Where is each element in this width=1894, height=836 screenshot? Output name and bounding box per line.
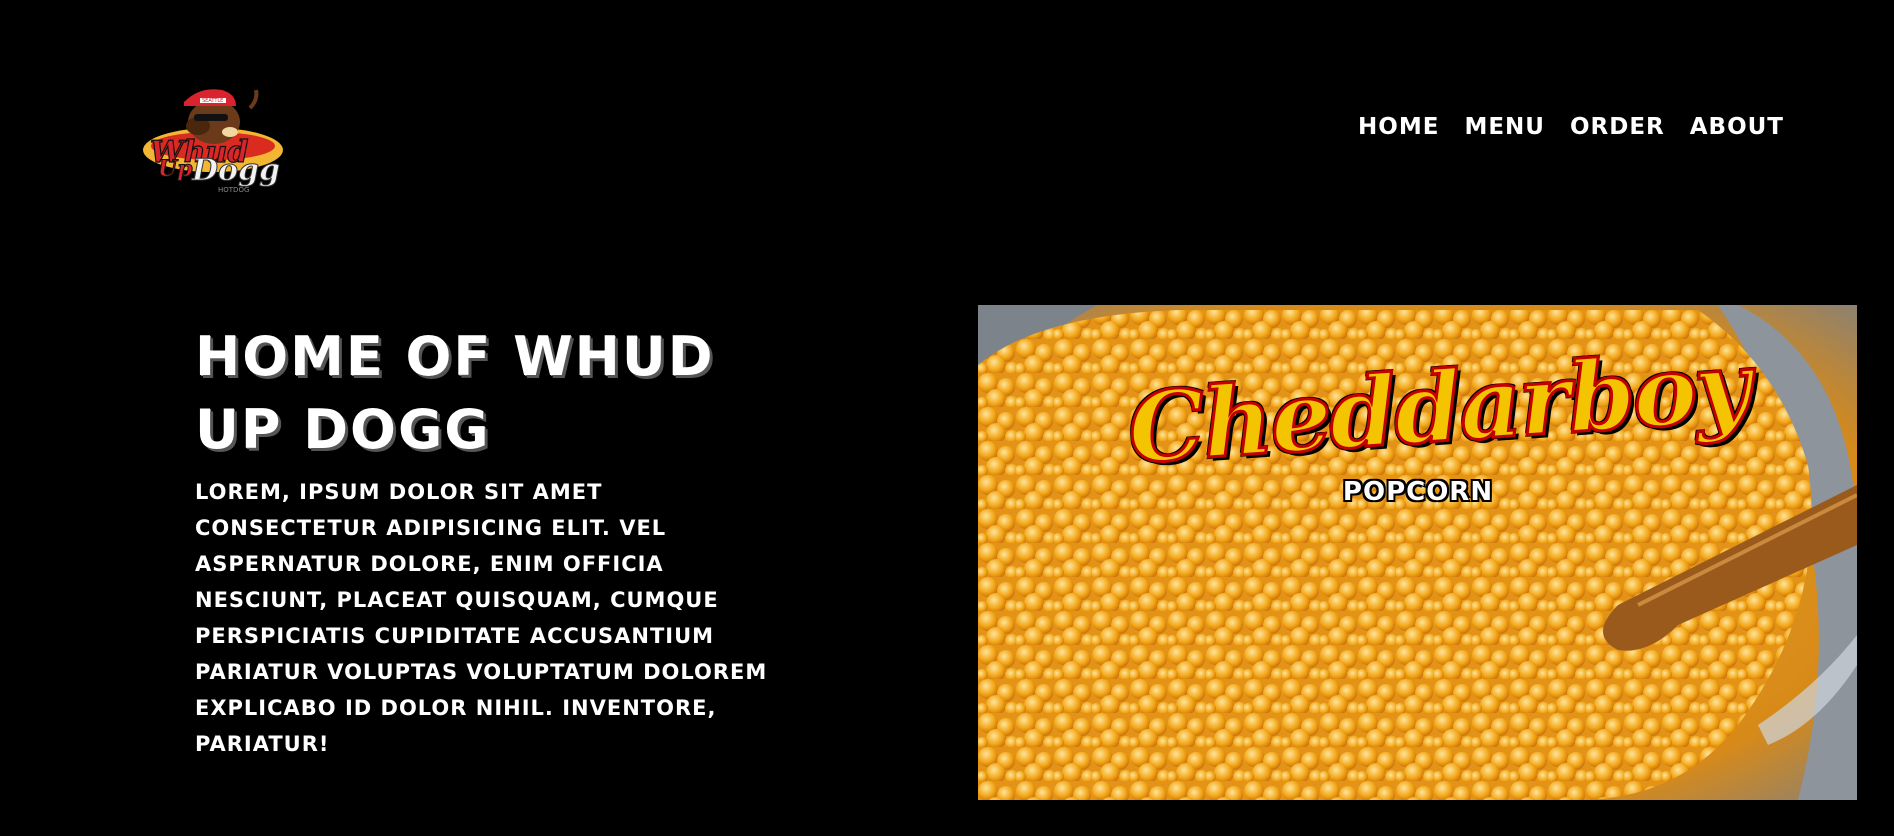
hero-title: HOME OF WHUD UP DOGG: [195, 325, 715, 461]
logo-cap-text: SEATTLE: [202, 98, 223, 104]
hero-description: LOREM, IPSUM DOLOR SIT AMET CONSECTETUR …: [195, 480, 768, 756]
nav-menu-link[interactable]: MENU: [1464, 110, 1545, 144]
hero-popcorn-image: Cheddarboy POPCORN: [978, 305, 1857, 800]
logo-script-up: Up: [158, 156, 193, 182]
whud-up-dogg-logo[interactable]: Whud Up Dogg HOTDOG SEATTLE: [140, 80, 286, 196]
nav-home-link[interactable]: HOME: [1358, 110, 1439, 144]
nav-about-link[interactable]: ABOUT: [1690, 110, 1784, 144]
page: Whud Up Dogg HOTDOG SEATTLE HOME MENU OR…: [0, 0, 1894, 836]
nav-order-link[interactable]: ORDER: [1570, 110, 1665, 144]
logo-tagline: HOTDOG: [218, 186, 249, 194]
main-nav: HOME MENU ORDER ABOUT: [1358, 110, 1784, 144]
logo-graphic: Whud Up Dogg HOTDOG SEATTLE: [143, 89, 283, 194]
popcorn-subtitle: POPCORN: [1342, 477, 1494, 507]
logo-script-dogg: Dogg: [191, 153, 280, 188]
